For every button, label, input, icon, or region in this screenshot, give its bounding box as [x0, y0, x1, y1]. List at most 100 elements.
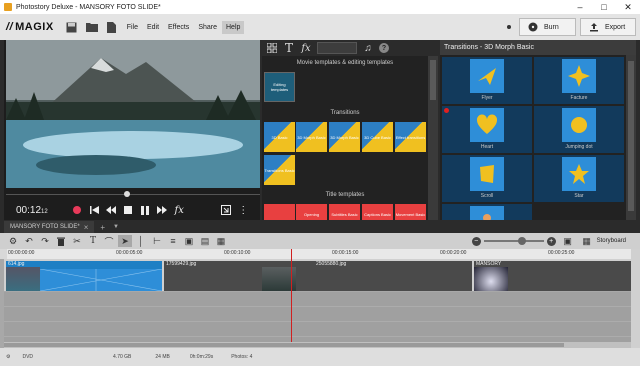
delete-icon[interactable]	[54, 235, 68, 247]
scroll-thumb[interactable]	[628, 61, 634, 211]
zoom-slider[interactable]	[483, 237, 544, 245]
photo-track[interactable]: 614.jpg 17599429.jpg 25055880.jpg MANSOR…	[4, 259, 631, 291]
close-icon[interactable]: ✕	[616, 0, 640, 14]
pointer-icon[interactable]: ➤	[118, 235, 132, 247]
fx-button[interactable]: fx	[172, 203, 187, 217]
window-titlebar: Photostory Deluxe - MANSORY FOTO SLIDE* …	[0, 0, 640, 14]
effect-tile-flyer[interactable]: Flyer	[442, 57, 532, 104]
menu-share[interactable]: Share	[194, 21, 221, 34]
ripple-icon[interactable]: ≡	[166, 235, 180, 247]
tab-menu-chevron-icon[interactable]: ▼	[113, 224, 119, 230]
clip-25055880[interactable]: 25055880.jpg	[314, 261, 472, 291]
effect-tile-jumping-dot[interactable]: Jumping dot	[534, 106, 624, 153]
menu-edit[interactable]: Edit	[143, 21, 163, 34]
duration-value: 0h:0m:29s	[189, 354, 214, 360]
effect-tile-facture[interactable]: Facture	[534, 57, 624, 104]
redo-icon[interactable]: ↷	[38, 235, 52, 247]
add-tab-icon[interactable]: +	[100, 223, 105, 232]
trim-icon[interactable]: ⊢	[150, 235, 164, 247]
transition-tile[interactable]: 3D Cube Basic	[362, 122, 393, 152]
clip-614[interactable]: 614.jpg	[6, 261, 162, 291]
fast-forward-button[interactable]	[155, 203, 170, 217]
transition-tile[interactable]: 3D Morph Basic	[329, 122, 360, 152]
more-options-icon[interactable]: ⋮	[236, 203, 251, 217]
minimize-icon[interactable]: –	[568, 0, 592, 14]
title-tile[interactable]: Subtitles Basic	[329, 204, 360, 220]
transition-block[interactable]	[40, 269, 162, 291]
transition-tile[interactable]: Effect transitions	[395, 122, 426, 152]
timeline-view-icon[interactable]: ▣	[561, 235, 575, 247]
cut-icon[interactable]: ✂	[70, 235, 84, 247]
settings-icon[interactable]: ⚙	[6, 354, 10, 360]
scroll-thumb[interactable]	[430, 60, 436, 100]
help-icon[interactable]: ?	[379, 43, 389, 53]
transition-tile[interactable]: Transitions Basic	[264, 155, 295, 185]
save-icon[interactable]	[65, 20, 79, 34]
open-folder-icon[interactable]	[85, 20, 99, 34]
plane-icon	[470, 59, 504, 93]
heart-icon	[470, 108, 504, 142]
timeline-vertical-scrollbar[interactable]	[631, 249, 640, 348]
group-icon[interactable]: ▣	[182, 235, 196, 247]
storyboard-icon[interactable]: ▦	[580, 235, 594, 247]
menu-file[interactable]: File	[123, 21, 142, 34]
rewind-button[interactable]	[104, 203, 119, 217]
ruler-corner	[0, 249, 7, 259]
effect-tile-gingerbread[interactable]	[442, 204, 532, 220]
storyboard-label[interactable]: Storyboard	[597, 238, 626, 244]
preview-scrubber[interactable]	[6, 190, 260, 198]
link-icon[interactable]: ▤	[198, 235, 212, 247]
templates-panel: Movie templates & editing templates Edit…	[262, 56, 428, 220]
effects-scrollbar[interactable]	[626, 55, 636, 220]
maximize-icon[interactable]: □	[592, 0, 616, 14]
skip-back-icon	[89, 206, 99, 214]
project-tab[interactable]: MANSORY FOTO SLIDE* ×	[4, 221, 95, 233]
effect-tile-scroll[interactable]: Scroll	[442, 155, 532, 202]
templates-scrollbar[interactable]	[428, 56, 438, 220]
timeline-toolbar: ⚙ ↶ ↷ ✂ T ⌒ ➤ │ ⊢ ≡ ▣ ▤ ▦ − + ▣ ▦ Storyb…	[0, 233, 640, 249]
snap-icon[interactable]: ▦	[214, 235, 228, 247]
editing-templates-tile[interactable]: Editing templates	[264, 72, 295, 102]
effect-tile-star[interactable]: Star	[534, 155, 624, 202]
zoom-in-icon[interactable]: +	[546, 236, 556, 246]
empty-tracks[interactable]	[4, 292, 631, 348]
new-project-icon[interactable]	[105, 20, 119, 34]
menu-help[interactable]: Help	[222, 20, 245, 34]
undo-icon[interactable]: ↶	[22, 235, 36, 247]
pause-button[interactable]	[138, 203, 153, 217]
title-tile[interactable]: Opening	[296, 204, 327, 220]
tools-icon[interactable]: ⚙	[6, 235, 20, 247]
title-tile[interactable]	[264, 204, 295, 220]
stop-button[interactable]	[121, 203, 136, 217]
scrub-knob[interactable]	[124, 191, 130, 197]
zoom-knob[interactable]	[517, 237, 526, 245]
photo-count: Photos: 4	[231, 354, 253, 360]
zoom-out-icon[interactable]: −	[471, 236, 481, 246]
title-tile[interactable]: Captions Basic	[362, 204, 393, 220]
clip-mansory[interactable]: MANSORY	[474, 261, 631, 291]
split-icon[interactable]: │	[134, 235, 148, 247]
grid-icon[interactable]	[266, 42, 278, 54]
scroll-thumb[interactable]	[4, 343, 564, 347]
crop-icon[interactable]: ⌒	[102, 235, 116, 247]
transition-tile[interactable]: 3D Basic	[264, 122, 295, 152]
menu-effects[interactable]: Effects	[164, 21, 193, 34]
export-button[interactable]: Export	[580, 18, 636, 36]
category-dropdown[interactable]	[317, 42, 357, 54]
medium-select[interactable]: DVD	[22, 354, 33, 360]
to-start-button[interactable]	[87, 203, 102, 217]
effect-label: Scroll	[480, 193, 494, 199]
timeline-ruler[interactable]: 00:00:00:00 00:00:05:00 00:00:10:00 00:0…	[0, 249, 640, 259]
title-tile[interactable]: Movement Basic	[395, 204, 426, 220]
fullscreen-button[interactable]	[219, 203, 234, 217]
transition-tile[interactable]: 3D Morph Basic	[296, 122, 327, 152]
insert-title-icon[interactable]: T	[86, 235, 100, 247]
close-tab-icon[interactable]: ×	[84, 223, 89, 232]
record-button[interactable]	[70, 203, 85, 217]
text-icon[interactable]: T	[283, 41, 295, 55]
fx-icon[interactable]: fx	[300, 42, 312, 54]
playhead[interactable]	[291, 249, 292, 348]
music-note-icon[interactable]: ♫	[362, 42, 374, 54]
burn-button[interactable]: Burn	[519, 18, 576, 36]
effect-tile-heart[interactable]: Heart	[442, 106, 532, 153]
